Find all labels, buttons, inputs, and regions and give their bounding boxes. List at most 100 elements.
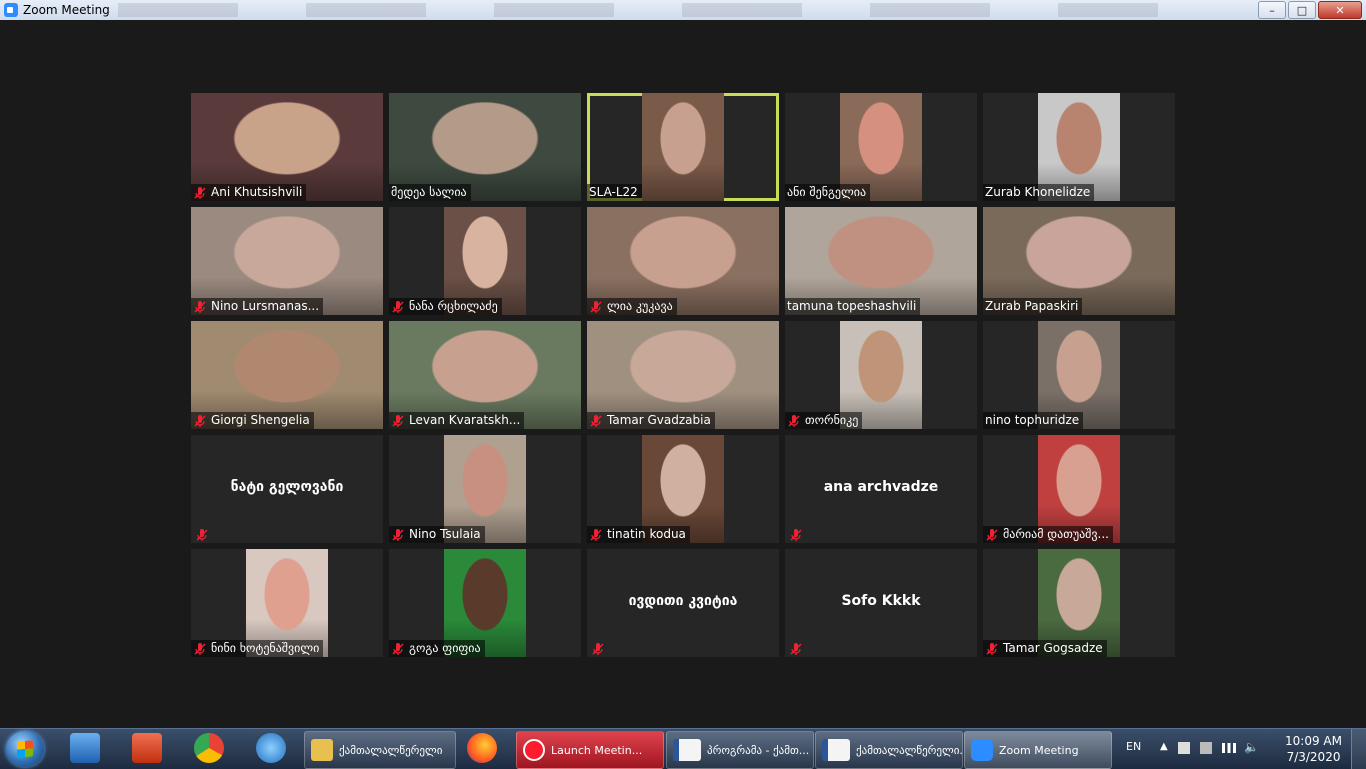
media-player-icon[interactable] [70, 733, 100, 763]
participant-tile[interactable]: მედეა სალია [389, 93, 581, 201]
language-indicator[interactable]: EN [1126, 740, 1141, 753]
zoom-logo-icon [4, 3, 18, 17]
opera-icon [523, 739, 545, 761]
participant-tile[interactable]: ნატი გელოვანი [191, 435, 383, 543]
taskbar-item-folder[interactable]: ქამთალალწერელი [304, 731, 456, 769]
show-desktop-button[interactable] [1351, 729, 1366, 769]
participant-tile[interactable]: ნანა რცხილაძე [389, 207, 581, 315]
power-icon[interactable] [1200, 742, 1212, 754]
firefox-icon[interactable] [467, 733, 497, 763]
participant-tile[interactable]: nino tophuridze [983, 321, 1175, 429]
participant-name: ნინი ხოტენაშვილი [211, 641, 320, 655]
participant-name: Giorgi Shengelia [211, 413, 310, 427]
network-icon[interactable] [1222, 743, 1236, 753]
participant-name: Nino Lursmanas... [211, 299, 320, 313]
participant-name-label: Levan Kvaratskh... [389, 412, 525, 429]
participant-name-label: თორნიკე [785, 412, 863, 429]
participant-tile[interactable]: SLA-L22 [587, 93, 779, 201]
participant-name: Tamar Gogsadze [1003, 641, 1103, 655]
participant-name-label: Giorgi Shengelia [191, 412, 314, 429]
muted-mic-icon [589, 528, 603, 542]
background-tabs [118, 3, 1158, 17]
close-button[interactable]: ✕ [1318, 1, 1362, 19]
participant-tile[interactable]: Levan Kvaratskh... [389, 321, 581, 429]
muted-mic-icon [985, 642, 999, 656]
muted-mic-icon [391, 642, 405, 656]
clock[interactable]: 10:09 AM 7/3/2020 [1285, 733, 1342, 765]
participant-tile[interactable]: ლია კუკავა [587, 207, 779, 315]
window-titlebar: Zoom Meeting – □ ✕ [0, 0, 1366, 20]
participant-name: Nino Tsulaia [409, 527, 481, 541]
participant-tile[interactable]: თორნიკე [785, 321, 977, 429]
participant-tile[interactable]: მარიამ დათუაშვ... [983, 435, 1175, 543]
participant-tile[interactable]: Sofo Kkkk [785, 549, 977, 657]
participant-name: Tamar Gvadzabia [607, 413, 711, 427]
participant-name-label: ნინი ხოტენაშვილი [191, 640, 324, 657]
participant-tile[interactable]: Tamar Gvadzabia [587, 321, 779, 429]
participant-tile[interactable]: tamuna topeshashvili [785, 207, 977, 315]
taskbar-item-zoom-meeting[interactable]: Zoom Meeting [964, 731, 1112, 769]
participant-name: მარიამ დათუაშვ... [1003, 527, 1109, 541]
participant-tile[interactable]: ანი შენგელია [785, 93, 977, 201]
gallery-view: Ani Khutsishvili მედეა სალია SLA-L22 ანი შე… [0, 20, 1366, 728]
powerpoint-icon[interactable] [132, 733, 162, 763]
participant-name-label: SLA-L22 [587, 184, 642, 201]
taskbar-item-launch-meeting[interactable]: Launch Meetin... [516, 731, 664, 769]
folder-icon [311, 739, 333, 761]
participant-name-label: nino tophuridze [983, 412, 1084, 429]
participant-tile[interactable]: Nino Lursmanas... [191, 207, 383, 315]
participant-tile[interactable]: ივდითი კვიტია [587, 549, 779, 657]
taskbar-item-label: Launch Meetin... [551, 743, 643, 757]
participant-name-label: Tamar Gvadzabia [587, 412, 715, 429]
taskbar-item-word-document-2[interactable]: ქამთალალწერელი... [815, 731, 963, 769]
chrome-icon[interactable] [194, 733, 224, 763]
participant-name: Sofo Kkkk [841, 593, 921, 609]
participant-name: ნანა რცხილაძე [409, 299, 498, 313]
participant-tile[interactable]: Tamar Gogsadze [983, 549, 1175, 657]
participant-name: ana archvadze [823, 479, 939, 495]
action-center-flag-icon[interactable] [1178, 742, 1190, 754]
participant-tile[interactable]: ნინი ხოტენაშვილი [191, 549, 383, 657]
participant-name: tinatin kodua [607, 527, 686, 541]
participant-tile[interactable]: Zurab Khonelidze [983, 93, 1175, 201]
word-icon [673, 739, 701, 761]
muted-mic-icon [589, 414, 603, 428]
muted-mic-icon [789, 641, 803, 655]
participant-name: SLA-L22 [589, 185, 638, 199]
taskbar-item-word-document-1[interactable]: პროგრამა - ქამთ... [666, 731, 814, 769]
muted-mic-icon [589, 300, 603, 314]
participant-video [642, 93, 724, 201]
volume-icon[interactable]: 🔈 [1244, 740, 1259, 754]
participant-tile[interactable]: Nino Tsulaia [389, 435, 581, 543]
internet-explorer-icon[interactable] [256, 733, 286, 763]
participant-name: Ani Khutsishvili [211, 185, 303, 199]
participant-name: ლია კუკავა [607, 299, 673, 313]
taskbar-item-label: ქამთალალწერელი [339, 743, 443, 757]
taskbar-item-label: ქამთალალწერელი... [856, 743, 963, 757]
participant-name: Levan Kvaratskh... [409, 413, 521, 427]
word-icon [822, 739, 850, 761]
participant-name: tamuna topeshashvili [787, 299, 917, 313]
maximize-button[interactable]: □ [1288, 1, 1316, 19]
participant-tile[interactable]: ana archvadze [785, 435, 977, 543]
participant-name: თორნიკე [805, 413, 859, 427]
participant-tile[interactable]: tinatin kodua [587, 435, 779, 543]
show-hidden-icons-icon[interactable]: ▲ [1160, 741, 1168, 752]
participant-name-label: tamuna topeshashvili [785, 298, 921, 315]
muted-mic-icon [787, 414, 801, 428]
muted-mic-icon [193, 186, 207, 200]
participant-name: Zurab Khonelidze [985, 185, 1091, 199]
start-button[interactable] [6, 731, 44, 767]
minimize-button[interactable]: – [1258, 1, 1286, 19]
participant-tile[interactable]: Ani Khutsishvili [191, 93, 383, 201]
participant-name-label: მარიამ დათუაშვ... [983, 526, 1113, 543]
participant-tile[interactable]: Giorgi Shengelia [191, 321, 383, 429]
muted-mic-icon [391, 414, 405, 428]
clock-time: 10:09 AM [1285, 734, 1342, 748]
participant-name: Zurab Papaskiri [985, 299, 1079, 313]
window-title: Zoom Meeting [23, 3, 110, 17]
participant-tile[interactable]: Zurab Papaskiri [983, 207, 1175, 315]
participant-name-label: Zurab Khonelidze [983, 184, 1095, 201]
participant-tile[interactable]: გოგა ფიფია [389, 549, 581, 657]
participant-name-label: tinatin kodua [587, 526, 690, 543]
